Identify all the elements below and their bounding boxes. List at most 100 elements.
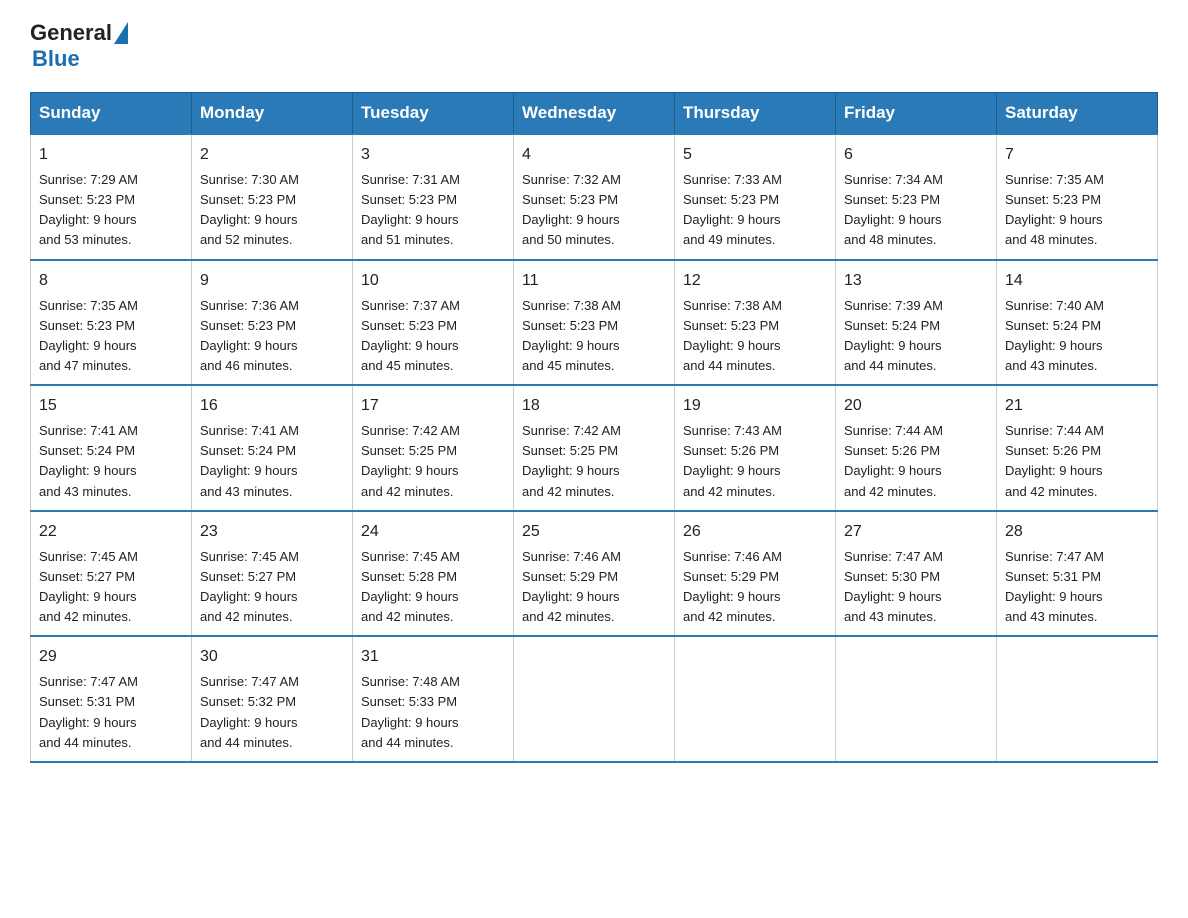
day-info: Sunrise: 7:37 AMSunset: 5:23 PMDaylight:… (361, 298, 460, 373)
day-info: Sunrise: 7:31 AMSunset: 5:23 PMDaylight:… (361, 172, 460, 247)
day-number: 24 (361, 520, 505, 544)
day-number: 10 (361, 269, 505, 293)
logo-general-text: General (30, 20, 112, 46)
calendar-cell: 18Sunrise: 7:42 AMSunset: 5:25 PMDayligh… (514, 385, 675, 511)
day-number: 31 (361, 645, 505, 669)
day-info: Sunrise: 7:35 AMSunset: 5:23 PMDaylight:… (1005, 172, 1104, 247)
day-number: 5 (683, 143, 827, 167)
day-number: 17 (361, 394, 505, 418)
calendar-cell: 28 Sunrise: 7:47 AMSunset: 5:31 PMDayligh… (997, 511, 1158, 637)
weekday-header-row: Sunday Monday Tuesday Wednesday Thursday… (31, 93, 1158, 135)
day-info: Sunrise: 7:32 AMSunset: 5:23 PMDaylight:… (522, 172, 621, 247)
calendar-cell (836, 636, 997, 762)
calendar-cell: 17 Sunrise: 7:42 AMSunset: 5:25 PMDayligh… (353, 385, 514, 511)
day-number: 22 (39, 520, 183, 544)
page-header: General Blue (30, 20, 1158, 72)
day-info: Sunrise: 7:35 AMSunset: 5:23 PMDaylight:… (39, 298, 138, 373)
day-info: Sunrise: 7:41 AMSunset: 5:24 PMDaylight:… (39, 423, 138, 498)
day-number: 1 (39, 143, 183, 167)
day-info: Sunrise: 7:48 AMSunset: 5:33 PMDaylight:… (361, 674, 460, 749)
calendar-week-row-4: 22 Sunrise: 7:45 AMSunset: 5:27 PMDayligh… (31, 511, 1158, 637)
day-info: Sunrise: 7:30 AMSunset: 5:23 PMDaylight:… (200, 172, 299, 247)
day-number: 20 (844, 394, 988, 418)
calendar-cell: 4 Sunrise: 7:32 AMSunset: 5:23 PMDaylight… (514, 134, 675, 260)
calendar-cell (997, 636, 1158, 762)
day-number: 27 (844, 520, 988, 544)
day-number: 6 (844, 143, 988, 167)
day-number: 12 (683, 269, 827, 293)
calendar-cell: 16 Sunrise: 7:41 AMSunset: 5:24 PMDayligh… (192, 385, 353, 511)
day-number: 4 (522, 143, 666, 167)
day-info: Sunrise: 7:47 AMSunset: 5:31 PMDaylight:… (39, 674, 138, 749)
day-info: Sunrise: 7:34 AMSunset: 5:23 PMDaylight:… (844, 172, 943, 247)
day-info: Sunrise: 7:38 AMSunset: 5:23 PMDaylight:… (522, 298, 621, 373)
day-number: 30 (200, 645, 344, 669)
calendar-cell: 22 Sunrise: 7:45 AMSunset: 5:27 PMDayligh… (31, 511, 192, 637)
day-number: 11 (522, 269, 666, 293)
calendar-cell: 30 Sunrise: 7:47 AMSunset: 5:32 PMDayligh… (192, 636, 353, 762)
day-number: 9 (200, 269, 344, 293)
header-thursday: Thursday (675, 93, 836, 135)
day-info: Sunrise: 7:45 AMSunset: 5:28 PMDaylight:… (361, 549, 460, 624)
day-number: 23 (200, 520, 344, 544)
day-info: Sunrise: 7:46 AMSunset: 5:29 PMDaylight:… (522, 549, 621, 624)
calendar-cell: 21 Sunrise: 7:44 AMSunset: 5:26 PMDayligh… (997, 385, 1158, 511)
header-friday: Friday (836, 93, 997, 135)
calendar-table: Sunday Monday Tuesday Wednesday Thursday… (30, 92, 1158, 763)
day-info: Sunrise: 7:47 AMSunset: 5:32 PMDaylight:… (200, 674, 299, 749)
logo-triangle-icon (114, 22, 128, 44)
day-number: 8 (39, 269, 183, 293)
day-info: Sunrise: 7:33 AMSunset: 5:23 PMDaylight:… (683, 172, 782, 247)
header-monday: Monday (192, 93, 353, 135)
day-info: Sunrise: 7:43 AMSunset: 5:26 PMDaylight:… (683, 423, 782, 498)
calendar-cell: 10 Sunrise: 7:37 AMSunset: 5:23 PMDayligh… (353, 260, 514, 386)
calendar-cell: 11 Sunrise: 7:38 AMSunset: 5:23 PMDayligh… (514, 260, 675, 386)
day-info: Sunrise: 7:47 AMSunset: 5:31 PMDaylight:… (1005, 549, 1104, 624)
calendar-cell: 12 Sunrise: 7:38 AMSunset: 5:23 PMDayligh… (675, 260, 836, 386)
logo-blue-text: Blue (32, 46, 80, 72)
calendar-cell: 8 Sunrise: 7:35 AMSunset: 5:23 PMDaylight… (31, 260, 192, 386)
calendar-cell: 29 Sunrise: 7:47 AMSunset: 5:31 PMDayligh… (31, 636, 192, 762)
day-number: 21 (1005, 394, 1149, 418)
calendar-cell: 23Sunrise: 7:45 AMSunset: 5:27 PMDayligh… (192, 511, 353, 637)
calendar-cell: 6 Sunrise: 7:34 AMSunset: 5:23 PMDaylight… (836, 134, 997, 260)
header-wednesday: Wednesday (514, 93, 675, 135)
calendar-cell: 2Sunrise: 7:30 AMSunset: 5:23 PMDaylight… (192, 134, 353, 260)
day-number: 13 (844, 269, 988, 293)
calendar-cell: 25Sunrise: 7:46 AMSunset: 5:29 PMDayligh… (514, 511, 675, 637)
day-number: 29 (39, 645, 183, 669)
calendar-cell: 20 Sunrise: 7:44 AMSunset: 5:26 PMDayligh… (836, 385, 997, 511)
day-number: 15 (39, 394, 183, 418)
calendar-cell: 24 Sunrise: 7:45 AMSunset: 5:28 PMDayligh… (353, 511, 514, 637)
calendar-cell: 27 Sunrise: 7:47 AMSunset: 5:30 PMDayligh… (836, 511, 997, 637)
calendar-cell (514, 636, 675, 762)
day-info: Sunrise: 7:44 AMSunset: 5:26 PMDaylight:… (844, 423, 943, 498)
calendar-cell: 7 Sunrise: 7:35 AMSunset: 5:23 PMDaylight… (997, 134, 1158, 260)
day-number: 14 (1005, 269, 1149, 293)
calendar-cell: 9Sunrise: 7:36 AMSunset: 5:23 PMDaylight… (192, 260, 353, 386)
calendar-cell: 13 Sunrise: 7:39 AMSunset: 5:24 PMDayligh… (836, 260, 997, 386)
day-number: 28 (1005, 520, 1149, 544)
day-info: Sunrise: 7:46 AMSunset: 5:29 PMDaylight:… (683, 549, 782, 624)
calendar-week-row-1: 1Sunrise: 7:29 AMSunset: 5:23 PMDaylight… (31, 134, 1158, 260)
header-sunday: Sunday (31, 93, 192, 135)
day-info: Sunrise: 7:42 AMSunset: 5:25 PMDaylight:… (361, 423, 460, 498)
calendar-week-row-5: 29 Sunrise: 7:47 AMSunset: 5:31 PMDayligh… (31, 636, 1158, 762)
header-saturday: Saturday (997, 93, 1158, 135)
day-info: Sunrise: 7:39 AMSunset: 5:24 PMDaylight:… (844, 298, 943, 373)
day-info: Sunrise: 7:45 AMSunset: 5:27 PMDaylight:… (39, 549, 138, 624)
calendar-week-row-3: 15 Sunrise: 7:41 AMSunset: 5:24 PMDayligh… (31, 385, 1158, 511)
day-info: Sunrise: 7:44 AMSunset: 5:26 PMDaylight:… (1005, 423, 1104, 498)
day-number: 18 (522, 394, 666, 418)
calendar-cell: 15 Sunrise: 7:41 AMSunset: 5:24 PMDayligh… (31, 385, 192, 511)
day-info: Sunrise: 7:38 AMSunset: 5:23 PMDaylight:… (683, 298, 782, 373)
day-info: Sunrise: 7:41 AMSunset: 5:24 PMDaylight:… (200, 423, 299, 498)
calendar-cell (675, 636, 836, 762)
calendar-cell: 14Sunrise: 7:40 AMSunset: 5:24 PMDayligh… (997, 260, 1158, 386)
day-number: 26 (683, 520, 827, 544)
calendar-cell: 1Sunrise: 7:29 AMSunset: 5:23 PMDaylight… (31, 134, 192, 260)
day-number: 16 (200, 394, 344, 418)
day-number: 7 (1005, 143, 1149, 167)
day-info: Sunrise: 7:47 AMSunset: 5:30 PMDaylight:… (844, 549, 943, 624)
calendar-cell: 3Sunrise: 7:31 AMSunset: 5:23 PMDaylight… (353, 134, 514, 260)
